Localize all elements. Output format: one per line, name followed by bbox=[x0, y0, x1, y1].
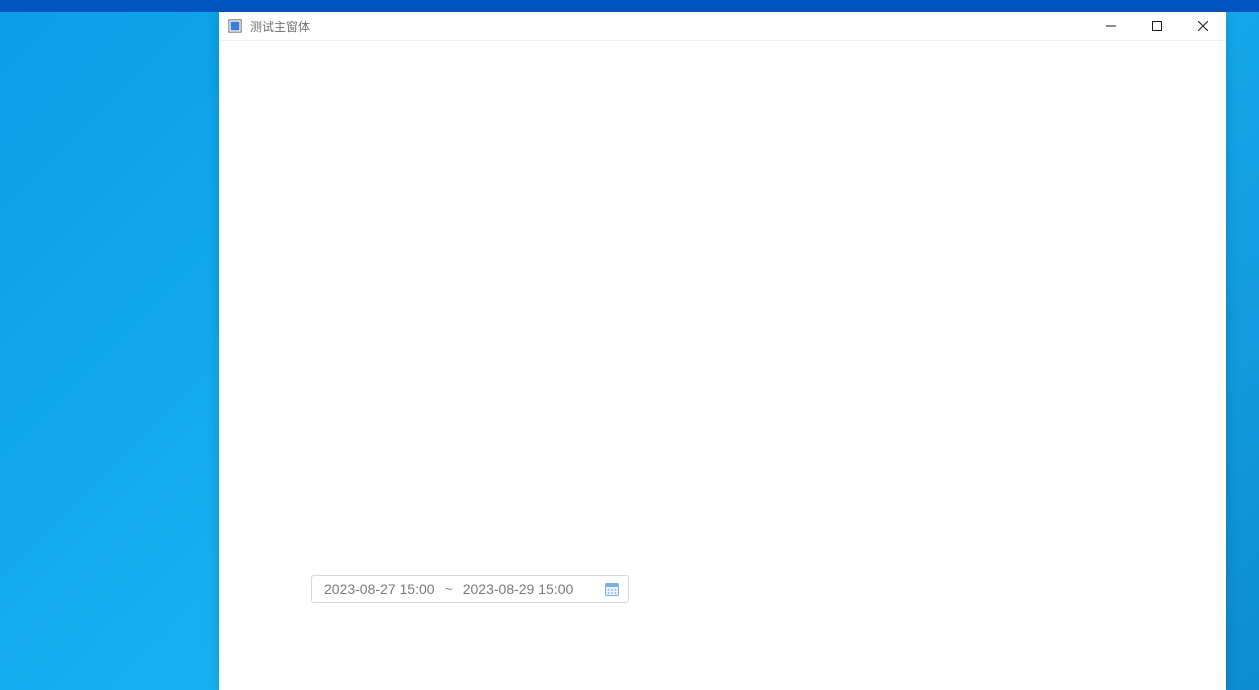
app-icon bbox=[227, 18, 243, 34]
window-content: 2023-08-27 15:00 ~ 2023-08-29 15:00 bbox=[219, 41, 1226, 690]
window-controls bbox=[1088, 12, 1226, 40]
date-range-end: 2023-08-29 15:00 bbox=[463, 581, 574, 597]
date-range-start: 2023-08-27 15:00 bbox=[324, 581, 435, 597]
maximize-button[interactable] bbox=[1134, 12, 1180, 40]
date-range-picker[interactable]: 2023-08-27 15:00 ~ 2023-08-29 15:00 bbox=[311, 575, 629, 603]
date-range-separator: ~ bbox=[445, 581, 453, 597]
minimize-button[interactable] bbox=[1088, 12, 1134, 40]
app-window: 测试主窗体 2023-08-27 15:00 ~ 2023-08-29 15:0… bbox=[219, 12, 1226, 690]
calendar-icon[interactable] bbox=[604, 581, 620, 597]
titlebar[interactable]: 测试主窗体 bbox=[219, 12, 1226, 41]
desktop-top-bar bbox=[0, 0, 1259, 12]
close-button[interactable] bbox=[1180, 12, 1226, 40]
window-title: 测试主窗体 bbox=[250, 18, 310, 35]
